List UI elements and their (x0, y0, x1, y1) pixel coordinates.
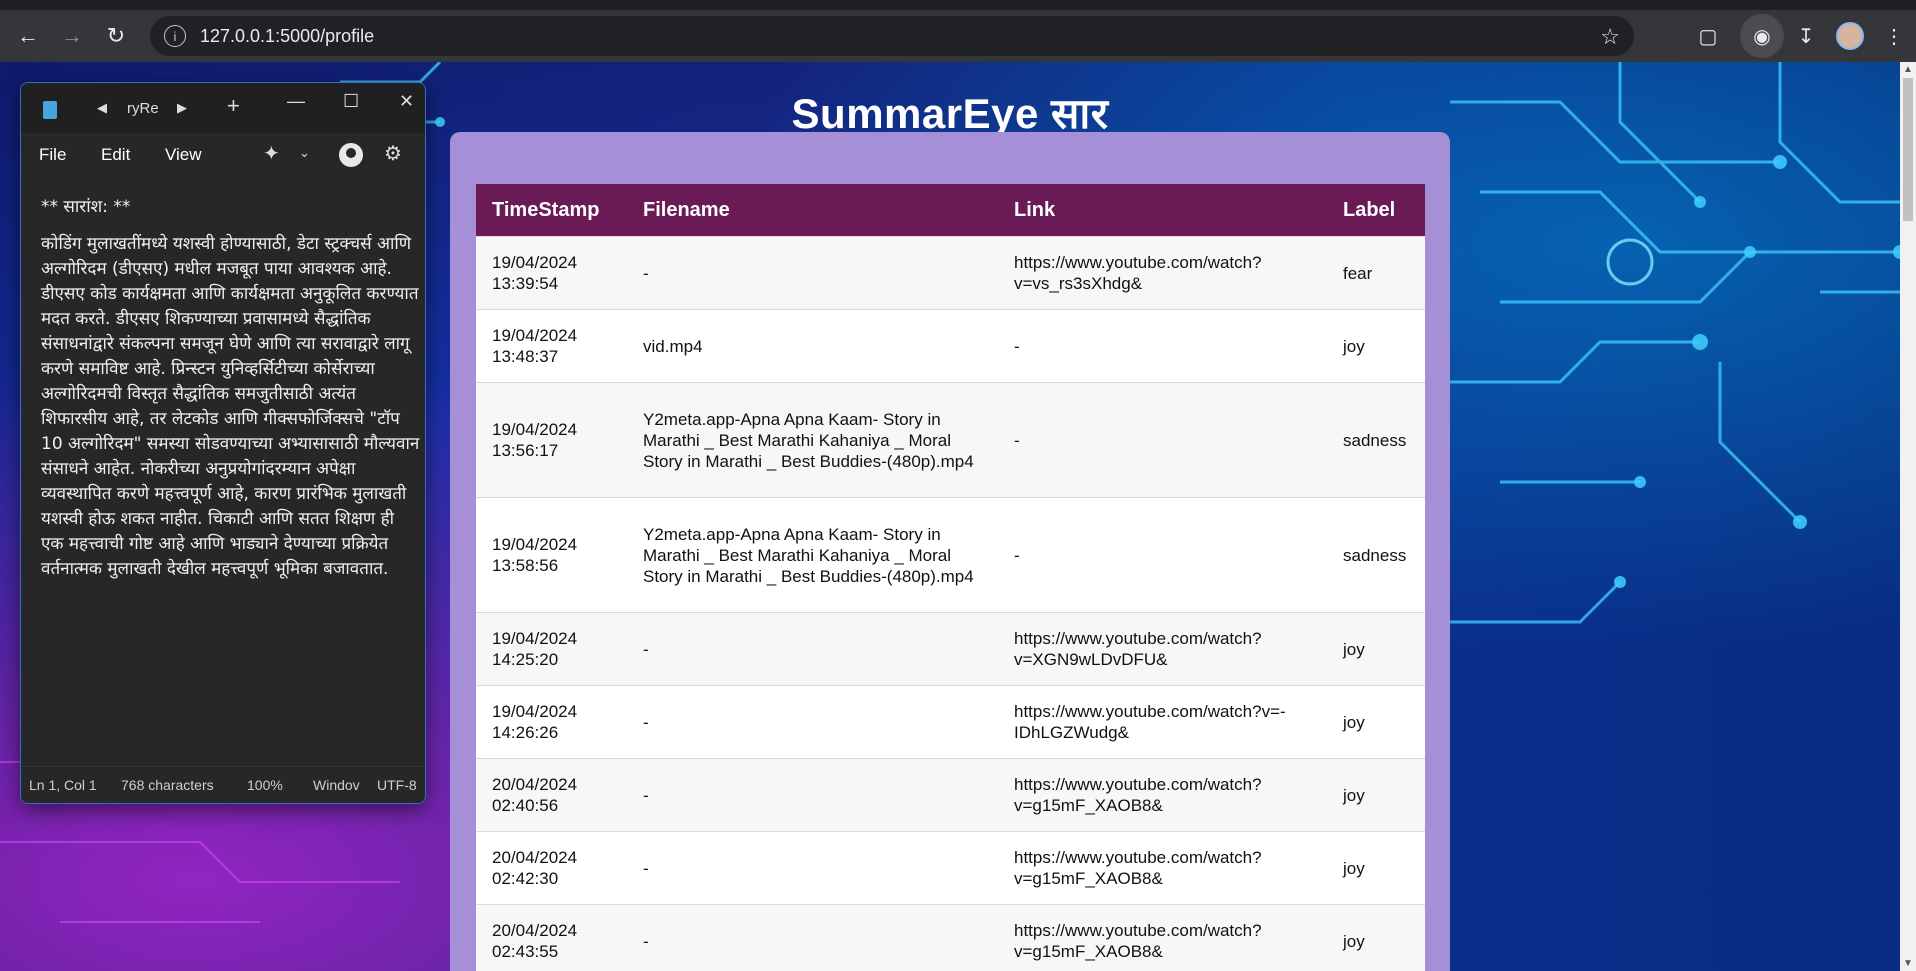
table-row: 19/04/2024 14:26:26 - https://www.youtub… (476, 685, 1425, 759)
column-header-link: Link (1014, 198, 1056, 221)
table-row: 19/04/2024 13:56:17 Y2meta.app-Apna Apna… (476, 382, 1425, 498)
scrollbar-thumb[interactable] (1903, 78, 1913, 221)
status-zoom: 100% (247, 777, 283, 793)
cell-timestamp: 20/04/2024 02:40:56 (476, 758, 627, 832)
table-row: 19/04/2024 14:25:20 - https://www.youtub… (476, 612, 1425, 686)
notepad-tab[interactable]: ryRe (127, 100, 159, 117)
menu-file[interactable]: File (39, 145, 66, 165)
cell-label: sadness (1327, 497, 1425, 613)
gear-icon[interactable]: ⚙ (384, 141, 402, 166)
menu-edit[interactable]: Edit (101, 145, 130, 165)
extensions-icon[interactable]: ▢ (1686, 14, 1730, 58)
table-row: 20/04/2024 02:40:56 - https://www.youtub… (476, 758, 1425, 832)
reload-icon[interactable]: ↻ (96, 16, 136, 56)
download-icon[interactable]: ↧ (1784, 14, 1828, 58)
cell-filename: - (627, 236, 998, 310)
table-row: 19/04/2024 13:58:56 Y2meta.app-Apna Apna… (476, 497, 1425, 613)
scroll-down-icon[interactable]: ▼ (1903, 958, 1913, 969)
cell-label: joy (1327, 309, 1425, 383)
cell-filename: - (627, 612, 998, 686)
cell-link: - (998, 497, 1327, 613)
history-table: TimeStamp Filename Link Label 19/04/2024… (476, 184, 1425, 971)
maximize-icon[interactable]: ☐ (343, 91, 359, 112)
cell-label: joy (1327, 612, 1425, 686)
scroll-up-icon[interactable]: ▲ (1903, 64, 1913, 75)
close-icon[interactable]: ✕ (399, 91, 414, 112)
summary-heading: ** सारांश: ** (41, 197, 131, 217)
table-row: 20/04/2024 02:42:30 - https://www.youtub… (476, 831, 1425, 905)
cell-link: - (998, 309, 1327, 383)
profile-avatar[interactable] (1828, 14, 1872, 58)
table-row: 19/04/2024 13:39:54 - https://www.youtub… (476, 236, 1425, 310)
tab-scroll-right-icon[interactable]: ▶ (177, 100, 187, 116)
rewrite-icon[interactable]: ✦ (263, 141, 280, 166)
notepad-editor[interactable]: ** सारांश: ** कोडिंग मुलाखतींमध्ये यशस्व… (41, 195, 421, 582)
cell-filename: vid.mp4 (627, 309, 998, 383)
cell-timestamp: 19/04/2024 13:56:17 (476, 382, 627, 498)
history-panel: TimeStamp Filename Link Label 19/04/2024… (450, 132, 1450, 971)
chevron-down-icon[interactable]: ⌄ (299, 145, 310, 161)
cell-label: fear (1327, 236, 1425, 310)
notepad-statusbar: Ln 1, Col 1 768 characters 100% Windov U… (21, 766, 425, 803)
menu-kebab-icon[interactable]: ⋮ (1872, 14, 1916, 58)
cell-timestamp: 20/04/2024 02:42:30 (476, 831, 627, 905)
status-position: Ln 1, Col 1 (29, 777, 97, 793)
notepad-titlebar[interactable]: ◀ ryRe ▶ + — ☐ ✕ (21, 83, 425, 133)
column-header-timestamp: TimeStamp (492, 198, 600, 221)
bookmark-star-icon[interactable]: ☆ (1600, 24, 1620, 50)
menu-view[interactable]: View (165, 145, 202, 165)
cell-filename: - (627, 831, 998, 905)
cell-filename: - (627, 758, 998, 832)
cell-timestamp: 19/04/2024 13:58:56 (476, 497, 627, 613)
cell-filename: Y2meta.app-Apna Apna Kaam- Story in Mara… (627, 497, 998, 613)
cell-link: https://www.youtube.com/watch?v=XGN9wLDv… (998, 612, 1327, 686)
page-scrollbar[interactable]: ▲ ▼ (1900, 62, 1916, 971)
address-bar[interactable]: i 127.0.0.1:5000/profile ☆ (150, 16, 1634, 56)
tab-scroll-left-icon[interactable]: ◀ (97, 100, 107, 116)
status-line-ending: Windov (313, 777, 360, 793)
site-info-icon[interactable]: i (164, 25, 186, 47)
browser-toolbar: ← → ↻ i 127.0.0.1:5000/profile ☆ ▢ ◉ ↧ ⋮ (0, 10, 1916, 62)
column-header-label: Label (1343, 198, 1396, 221)
table-header-row: TimeStamp Filename Link Label (476, 184, 1425, 237)
cell-label: sadness (1327, 382, 1425, 498)
cell-filename: - (627, 904, 998, 971)
status-characters: 768 characters (121, 777, 214, 793)
notepad-menubar: File Edit View ✦ ⌄ ⚙ (21, 133, 425, 175)
cell-timestamp: 19/04/2024 14:26:26 (476, 685, 627, 759)
cell-link: https://www.youtube.com/watch?v=g15mF_XA… (998, 904, 1327, 971)
notepad-window: ◀ ryRe ▶ + — ☐ ✕ File Edit View ✦ ⌄ ⚙ **… (20, 82, 426, 804)
cell-label: joy (1327, 758, 1425, 832)
notepad-app-icon (43, 101, 57, 119)
summary-body: कोडिंग मुलाखतींमध्ये यशस्वी होण्यासाठी, … (41, 234, 420, 579)
status-encoding: UTF-8 (377, 777, 417, 793)
cell-timestamp: 19/04/2024 13:39:54 (476, 236, 627, 310)
table-row: 20/04/2024 02:43:55 - https://www.youtub… (476, 904, 1425, 971)
cell-timestamp: 20/04/2024 02:43:55 (476, 904, 627, 971)
cell-timestamp: 19/04/2024 14:25:20 (476, 612, 627, 686)
column-header-filename: Filename (643, 198, 730, 221)
minimize-icon[interactable]: — (287, 91, 305, 112)
pwa-install-icon[interactable]: ◉ (1740, 14, 1784, 58)
cell-label: joy (1327, 685, 1425, 759)
forward-icon[interactable]: → (52, 16, 92, 56)
account-icon[interactable] (339, 143, 363, 167)
cell-filename: Y2meta.app-Apna Apna Kaam- Story in Mara… (627, 382, 998, 498)
cell-link: https://www.youtube.com/watch?v=vs_rs3sX… (998, 236, 1327, 310)
cell-link: https://www.youtube.com/watch?v=g15mF_XA… (998, 831, 1327, 905)
cell-link: https://www.youtube.com/watch?v=-IDhLGZW… (998, 685, 1327, 759)
new-tab-icon[interactable]: + (227, 93, 240, 119)
table-row: 19/04/2024 13:48:37 vid.mp4 - joy (476, 309, 1425, 383)
tab-strip (0, 0, 1916, 10)
cell-label: joy (1327, 904, 1425, 971)
cell-filename: - (627, 685, 998, 759)
cell-timestamp: 19/04/2024 13:48:37 (476, 309, 627, 383)
back-icon[interactable]: ← (8, 16, 48, 56)
cell-label: joy (1327, 831, 1425, 905)
cell-link: https://www.youtube.com/watch?v=g15mF_XA… (998, 758, 1327, 832)
cell-link: - (998, 382, 1327, 498)
url-text[interactable]: 127.0.0.1:5000/profile (200, 26, 374, 47)
